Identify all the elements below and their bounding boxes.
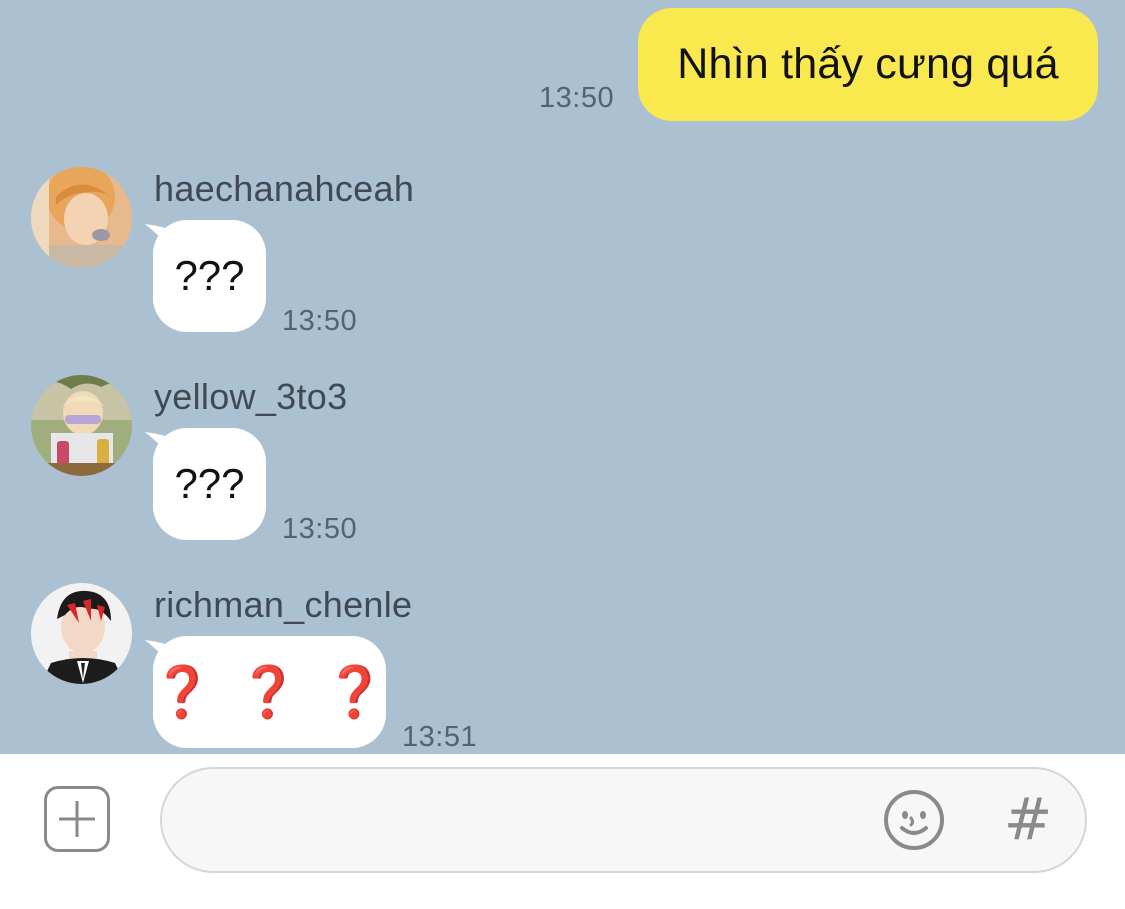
incoming-message-text: ??? [174, 460, 245, 507]
hashtag-button[interactable]: # [1003, 786, 1053, 852]
outgoing-message-text: Nhìn thấy cưng quá [677, 40, 1059, 88]
incoming-message-text: ??? [174, 252, 245, 299]
outgoing-message-bubble[interactable]: Nhìn thấy cưng quá [638, 8, 1098, 121]
emoji-icon [884, 790, 944, 850]
sender-name: richman_chenle [154, 584, 413, 625]
message-time: 13:50 [282, 305, 358, 337]
message-time: 13:50 [282, 513, 358, 545]
add-attachment-button[interactable] [44, 786, 110, 852]
incoming-message-bubble[interactable]: ??? [153, 220, 266, 332]
message-input[interactable] [160, 767, 1087, 873]
sender-name: haechanahceah [154, 168, 415, 209]
emoji-button[interactable] [882, 788, 946, 852]
plus-icon [59, 801, 95, 837]
chat-area[interactable]: Nhìn thấy cưng quá 13:50 haechanahceah ?… [0, 0, 1125, 754]
outgoing-message-time: 13:50 [539, 82, 615, 114]
avatar-haechanahceah[interactable] [31, 167, 132, 268]
avatar-richman_chenle[interactable] [31, 583, 132, 684]
message-time: 13:51 [402, 721, 478, 753]
incoming-message-bubble[interactable]: ??? [153, 428, 266, 540]
incoming-message-bubble[interactable]: ❓❓❓ [151, 636, 386, 748]
sender-name: yellow_3to3 [154, 376, 348, 417]
red-question-marks: ❓❓❓ [151, 662, 410, 721]
avatar-yellow_3to3[interactable] [31, 375, 132, 476]
